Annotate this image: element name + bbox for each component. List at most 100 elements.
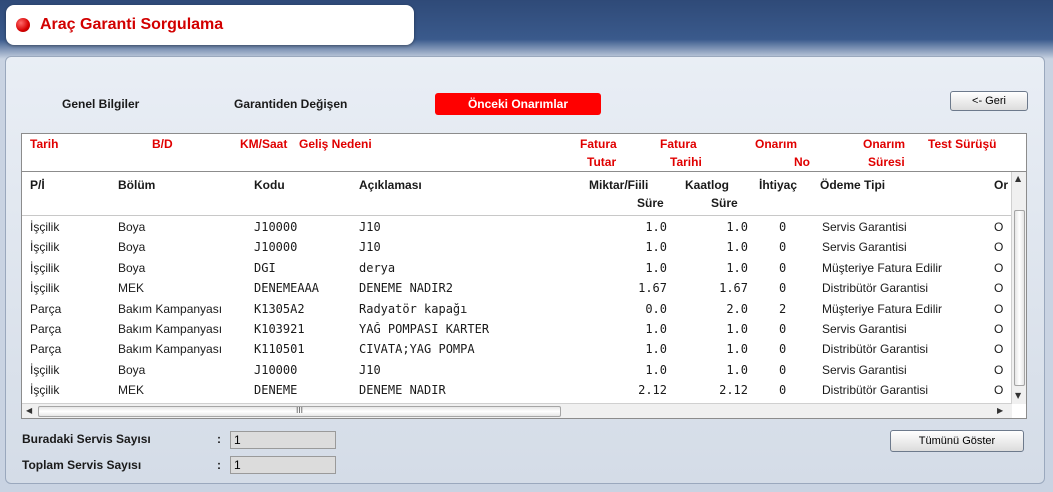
col-ihtiyac[interactable]: İhtiyaç (759, 176, 797, 194)
horizontal-scroll-thumb[interactable]: III (38, 406, 561, 417)
tab-garantiden-degisen[interactable]: Garantiden Değişen (234, 93, 347, 115)
table-row[interactable]: Parça Bakım Kampanyası K1305A2 Radyatör kap… (22, 300, 1012, 320)
cell-odeme: Servis Garantisi (822, 362, 907, 377)
cell-ihtiyac: 0 (779, 260, 787, 275)
col-bolum[interactable]: Bölüm (118, 176, 155, 194)
col-miktar-line2: Süre (637, 196, 664, 210)
cell-last: O (994, 301, 1004, 316)
scroll-down-icon[interactable]: ▼ (1015, 391, 1021, 400)
header-bd[interactable]: B/D (152, 135, 173, 153)
cell-kaatlog: 1.0 (726, 220, 748, 234)
cell-last: O (994, 322, 1004, 336)
back-button[interactable]: <- Geri (950, 91, 1028, 111)
col-kodu[interactable]: Kodu (254, 176, 285, 194)
cell-last: O (994, 342, 1004, 357)
table-row[interactable]: İşçilik Boya J10000 J10 1.0 1.0 0 Servis Garant… (22, 218, 1012, 238)
repair-detail-table: P/İ Bölüm Kodu Açıklaması Miktar/Fiili S… (21, 171, 1027, 419)
table-row[interactable]: İşçilik Boya J10000 J10 1.0 1.0 0 Servis Garant… (22, 361, 1012, 381)
cell-miktar: 1.0 (645, 260, 667, 275)
header-onarim-no[interactable]: Onarım (755, 135, 797, 153)
cell-bolum: MEK (118, 281, 145, 296)
col-last[interactable]: Or (994, 176, 1008, 194)
cell-bolum: Bakım Kampanyası (118, 301, 223, 316)
cell-pi: İşçilik (30, 362, 60, 377)
cell-kaatlog: 1.0 (726, 362, 748, 377)
cell-kodu: J10000 (254, 220, 298, 234)
cell-kaatlog: 2.0 (726, 301, 748, 316)
col-pi[interactable]: P/İ (30, 176, 45, 194)
cell-last: O (994, 260, 1004, 275)
cell-miktar: 0.0 (645, 301, 667, 316)
cell-pi: İşçilik (30, 383, 60, 398)
header-onarim-no-line2: No (794, 155, 810, 169)
header-tarih[interactable]: Tarih (30, 135, 58, 153)
cell-aciklama: J10 (359, 220, 381, 234)
table-row[interactable]: Parça Bakım Kampanyası K110501 CIVATA;YAG P… (22, 340, 1012, 360)
vertical-scrollbar[interactable]: ▲ ▼ (1011, 172, 1026, 404)
col-odeme-tipi[interactable]: Ödeme Tipi (820, 176, 885, 194)
header-gelis-nedeni[interactable]: Geliş Nedeni (299, 135, 372, 153)
table-row[interactable]: İşçilik MEK DENEME DENEME NADIR 2.12 2.12 0 Dis… (22, 381, 1012, 401)
cell-ihtiyac: 0 (779, 281, 787, 296)
header-onarim-suresi[interactable]: Onarım (863, 135, 905, 153)
cell-odeme: Müşteriye Fatura Edilir (822, 260, 943, 275)
colon: : (217, 432, 221, 446)
toplam-servis-field[interactable]: 1 (230, 456, 336, 474)
cell-kaatlog: 2.12 (719, 383, 748, 398)
table-row[interactable]: Parça Bakım Kampanyası K103921 YAĞ POMPASI … (22, 320, 1012, 340)
header-km-saat[interactable]: KM/Saat (240, 135, 287, 153)
cell-miktar: 1.0 (645, 342, 667, 357)
cell-pi: Parça (30, 322, 62, 336)
header-test-surusu[interactable]: Test Sürüşü (928, 135, 996, 153)
cell-aciklama: Radyatör kapağı (359, 301, 468, 316)
cell-bolum: Boya (118, 220, 146, 234)
header-fatura-tarihi[interactable]: Fatura (660, 135, 697, 153)
cell-kodu: J10000 (254, 362, 298, 377)
cell-miktar: 1.0 (645, 322, 667, 336)
scroll-left-icon[interactable]: ◀ (26, 406, 32, 415)
header-fatura-tutar[interactable]: Fatura (580, 135, 617, 153)
cell-ihtiyac: 0 (779, 240, 787, 255)
header-fatura-tarihi-line2: Tarihi (670, 155, 702, 169)
cell-kaatlog: 1.0 (726, 322, 748, 336)
show-all-button[interactable]: Tümünü Göster (890, 430, 1024, 452)
cell-kaatlog: 1.0 (726, 260, 748, 275)
col-miktar[interactable]: Miktar/Fiili (589, 176, 648, 194)
cell-aciklama: DENEME NADIR2 (359, 281, 453, 296)
cell-aciklama: derya (359, 260, 396, 275)
cell-last: O (994, 383, 1004, 398)
cell-odeme: Servis Garantisi (822, 220, 907, 234)
title-bar: Araç Garanti Sorgulama (6, 5, 414, 45)
page-title: Araç Garanti Sorgulama (40, 16, 224, 33)
cell-aciklama: J10 (359, 362, 381, 377)
scroll-right-icon[interactable]: ▶ (997, 406, 1003, 415)
cell-kodu: K1305A2 (254, 301, 305, 316)
cell-kodu: K110501 (254, 342, 305, 357)
colon: : (217, 458, 221, 472)
cell-bolum: Bakım Kampanyası (118, 342, 223, 357)
cell-miktar: 2.12 (638, 383, 667, 398)
cell-miktar: 1.0 (645, 220, 667, 234)
col-aciklamasi[interactable]: Açıklaması (359, 176, 422, 194)
table-row[interactable]: İşçilik Boya DGI derya 1.0 1.0 0 Müşteriye Fatu… (22, 259, 1012, 279)
col-kaatlog-line2: Süre (711, 196, 738, 210)
cell-kaatlog: 1.0 (726, 342, 748, 357)
cell-last: O (994, 362, 1004, 377)
cell-ihtiyac: 0 (779, 220, 787, 234)
table-row[interactable]: İşçilik MEK DENEMEAAA DENEME NADIR2 1.67 1.67… (22, 279, 1012, 299)
table-row[interactable]: İşçilik Boya J10000 J10 1.0 1.0 0 Servis Garant… (22, 238, 1012, 258)
cell-kaatlog: 1.0 (726, 240, 748, 255)
horizontal-scrollbar[interactable]: ◀ III ▶ (22, 403, 1012, 418)
cell-bolum: Bakım Kampanyası (118, 322, 223, 336)
col-kaatlog[interactable]: Kaatlog (685, 176, 729, 194)
vertical-scroll-thumb[interactable] (1014, 210, 1025, 386)
scroll-up-icon[interactable]: ▲ (1015, 174, 1021, 183)
tab-genel-bilgiler[interactable]: Genel Bilgiler (62, 93, 139, 115)
cell-aciklama: J10 (359, 240, 381, 255)
tab-onceki-onarimlar[interactable]: Önceki Onarımlar (435, 93, 601, 115)
cell-aciklama: CIVATA;YAG POMPA (359, 342, 475, 357)
toplam-servis-label: Toplam Servis Sayısı (22, 458, 142, 472)
cell-odeme: Müşteriye Fatura Edilir (822, 301, 943, 316)
cell-kodu: J10000 (254, 240, 298, 255)
servis-sayisi-field[interactable]: 1 (230, 431, 336, 449)
